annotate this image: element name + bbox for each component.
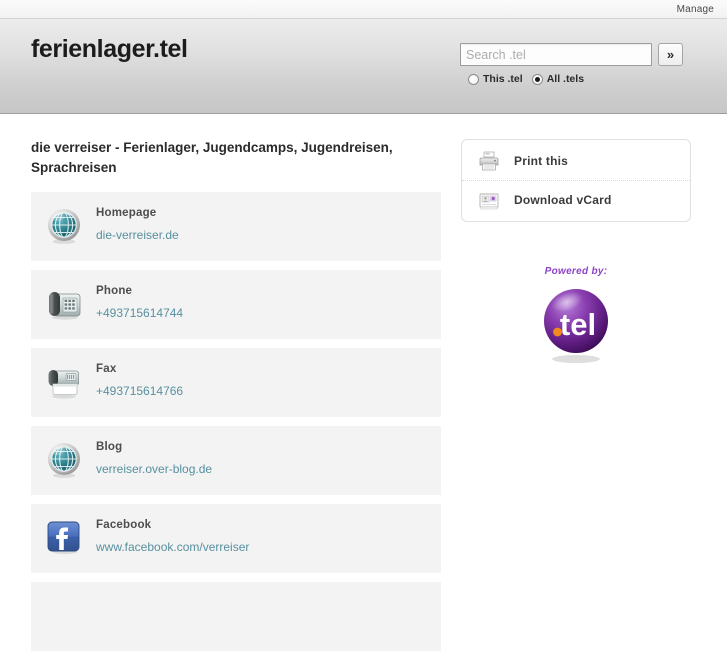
page-title: ferienlager.tel: [31, 35, 188, 63]
facebook-icon: [44, 518, 84, 558]
vcard-icon: [478, 189, 500, 211]
record-value-link[interactable]: verreiser.over-blog.de: [96, 462, 212, 476]
record-text: Homepage die-verreiser.de: [96, 203, 179, 242]
printer-icon: [478, 150, 500, 172]
print-this-action[interactable]: Print this: [462, 142, 690, 180]
record-label: Facebook: [96, 519, 152, 531]
radio-this-tel-dot[interactable]: [468, 73, 479, 85]
radio-this-tel[interactable]: This .tel: [468, 73, 523, 85]
svg-text:tel: tel: [560, 307, 596, 342]
powered-by-block: Powered by: tel: [461, 266, 691, 370]
top-utility-bar: Manage: [0, 0, 727, 19]
phone-icon: [44, 284, 84, 324]
download-vcard-label: Download vCard: [514, 193, 612, 207]
actions-panel: Print this Download vCard: [461, 139, 691, 222]
record-row[interactable]: Facebook www.facebook.com/verreiser: [31, 504, 441, 573]
print-this-label: Print this: [514, 154, 569, 168]
fax-icon: [44, 362, 84, 402]
record-text: Blog verreiser.over-blog.de: [96, 437, 212, 476]
record-value-link[interactable]: +493715614766: [96, 384, 183, 398]
search-row: »: [460, 43, 692, 66]
record-label: Fax: [96, 363, 117, 375]
records-column: die verreiser - Ferienlager, Jugendcamps…: [31, 138, 441, 660]
record-text: Facebook www.facebook.com/verreiser: [96, 515, 249, 554]
radio-this-tel-label: This .tel: [483, 73, 523, 85]
topbar-links: Manage: [677, 0, 727, 18]
globe-icon: [44, 440, 84, 480]
globe-icon: [44, 206, 84, 246]
search-scope-options: This .tel All .tels: [460, 73, 692, 85]
radio-all-tels-dot[interactable]: [531, 73, 543, 85]
radio-all-tels-label: All .tels: [546, 73, 585, 85]
search-submit-button[interactable]: »: [658, 43, 683, 66]
record-text: Phone +493715614744: [96, 281, 183, 320]
powered-by-label: Powered by:: [544, 266, 608, 277]
record-row[interactable]: Phone +493715614744: [31, 270, 441, 339]
record-value-link[interactable]: die-verreiser.de: [96, 228, 179, 242]
record-label: Blog: [96, 441, 123, 453]
radio-all-tels[interactable]: All .tels: [531, 73, 585, 85]
search-input[interactable]: [460, 43, 652, 66]
record-row[interactable]: Fax +493715614766: [31, 348, 441, 417]
site-header: ferienlager.tel » This .tel All .tels: [0, 19, 727, 114]
tel-logo-icon[interactable]: tel: [540, 287, 612, 370]
record-row[interactable]: Homepage die-verreiser.de: [31, 192, 441, 261]
sidebar-column: Print this Download vCard Powered by: te…: [461, 139, 691, 370]
manage-link[interactable]: Manage: [677, 4, 714, 15]
record-value-link[interactable]: www.facebook.com/verreiser: [96, 540, 249, 554]
record-label: Phone: [96, 285, 133, 297]
profile-heading: die verreiser - Ferienlager, Jugendcamps…: [31, 140, 393, 175]
search-area: » This .tel All .tels: [460, 43, 692, 85]
record-label: Homepage: [96, 207, 157, 219]
record-row[interactable]: Blog verreiser.over-blog.de: [31, 426, 441, 495]
download-vcard-action[interactable]: Download vCard: [462, 180, 690, 219]
record-row-partial[interactable]: [31, 582, 441, 651]
record-value-link[interactable]: +493715614744: [96, 306, 183, 320]
record-text: Fax +493715614766: [96, 359, 183, 398]
